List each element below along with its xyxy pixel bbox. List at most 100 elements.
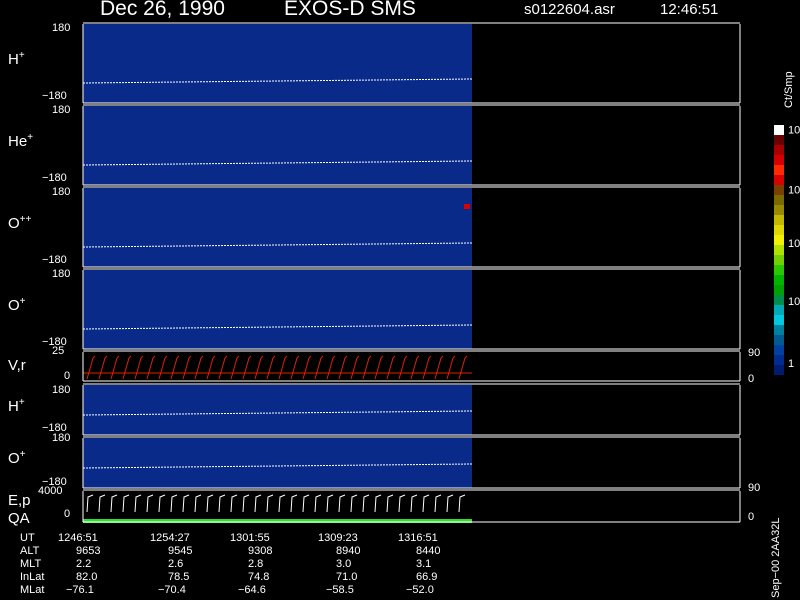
panel-label-H2: H+ <box>8 397 25 415</box>
side-note: Sep−00 2AA32L <box>770 517 782 598</box>
ephemeris-value: 2.8 <box>248 558 264 570</box>
ephemeris-value: 2.2 <box>76 558 92 570</box>
color-scale-step <box>774 245 784 255</box>
color-scale-step <box>774 315 784 325</box>
y-axis-top-tick: 180 <box>52 384 71 396</box>
color-scale-step <box>774 175 784 185</box>
ephemeris-value: 8440 <box>416 545 441 557</box>
color-scale-label-base: 10 <box>788 296 800 308</box>
y-axis-top-tick: 25 <box>52 345 65 357</box>
right-axis-top-tick: 90 <box>748 347 761 359</box>
panel-label-text: H <box>8 398 19 415</box>
y-axis-top-tick: 180 <box>52 268 71 280</box>
color-scale-label: 10 <box>788 296 800 308</box>
y-axis-bottom-tick: 0 <box>64 508 71 520</box>
color-scale-step <box>774 155 784 165</box>
spectrogram-canvas <box>82 22 741 523</box>
y-axis-top-tick: 4000 <box>38 485 63 497</box>
spectrogram-panel <box>83 188 472 267</box>
ephemeris-row: InLat 82.0 78.5 74.8 71.0 66.9 <box>0 571 760 584</box>
ephemeris-value: 82.0 <box>76 571 98 583</box>
color-scale-step <box>774 305 784 315</box>
color-scale-step <box>774 145 784 155</box>
y-axis-top-tick: 180 <box>52 22 71 34</box>
ephemeris-value: 78.5 <box>168 571 190 583</box>
color-scale-step <box>774 225 784 235</box>
y-axis-bottom-tick: −180 <box>42 254 67 266</box>
y-axis-top-tick: 180 <box>52 104 71 116</box>
ephemeris-value: 2.6 <box>168 558 184 570</box>
ephemeris-value: 9545 <box>168 545 193 557</box>
panel-label-He: He+ <box>8 132 33 150</box>
ephemeris-row-label: ALT <box>20 545 40 557</box>
panel-label-text: E,p <box>8 492 31 509</box>
y-axis-top-tick: 180 <box>52 432 71 444</box>
ephemeris-value: 1254:27 <box>150 532 190 544</box>
ephemeris-row: ALT 9653 9545 9308 8940 8440 <box>0 545 760 558</box>
color-scale-step <box>774 205 784 215</box>
spectrogram-panel <box>83 438 472 488</box>
color-scale-step <box>774 195 784 205</box>
panel-label-text: O <box>8 297 20 314</box>
color-scale-step <box>774 185 784 195</box>
color-scale-step <box>774 125 784 135</box>
color-scale-label: 1 <box>788 358 794 370</box>
ephemeris-value: 8940 <box>336 545 361 557</box>
ephemeris-value: 74.8 <box>248 571 270 583</box>
qa-label: QA <box>8 510 30 527</box>
panel-label-charge: ++ <box>19 214 32 225</box>
panel-label-text: O <box>8 215 20 232</box>
y-axis-bottom-tick: −180 <box>42 172 67 184</box>
panel-label-text: O <box>8 450 20 467</box>
panel-label-charge: + <box>19 296 26 307</box>
ephemeris-value: −76.1 <box>66 584 94 596</box>
color-scale-unit: Ct/Smp <box>783 71 795 108</box>
color-scale-step <box>774 135 784 145</box>
panel-label-charge: + <box>18 50 25 61</box>
color-scale-bar <box>774 125 784 375</box>
y-axis-bottom-tick: 0 <box>64 370 71 382</box>
color-scale-step <box>774 355 784 365</box>
color-scale-step <box>774 215 784 225</box>
panel-label-text: V,r <box>8 357 26 374</box>
ephemeris-row-label: InLat <box>20 571 45 583</box>
right-axis-bottom-tick: 0 <box>748 373 755 385</box>
ephemeris-table: UT 1246:51 1254:27 1301:55 1309:23 1316:51 ALT… <box>0 528 760 600</box>
ephemeris-value: 1309:23 <box>318 532 358 544</box>
ephemeris-row: MLT 2.2 2.6 2.8 3.0 3.1 <box>0 558 760 571</box>
panel-label-O2: O++ <box>8 214 31 232</box>
velocity-panel <box>83 352 472 381</box>
color-scale-label-base: 10 <box>788 184 800 197</box>
ephemeris-value: −52.0 <box>406 584 434 596</box>
ephemeris-value: 1246:51 <box>58 532 98 544</box>
ephemeris-value: 66.9 <box>416 571 438 583</box>
spectrogram-panel <box>83 106 472 185</box>
ephemeris-value: 1316:51 <box>398 532 438 544</box>
color-scale-label-base: 100 <box>788 238 800 250</box>
panel-label-O3: O+ <box>8 449 26 467</box>
color-scale-step <box>774 255 784 265</box>
spectrogram-panel <box>83 385 472 435</box>
spectrogram-panel <box>83 24 472 103</box>
right-axis-top-tick: 90 <box>748 482 761 494</box>
color-scale-step <box>774 165 784 175</box>
ephemeris-row: MLat −76.1 −70.4 −64.6 −58.5 −52.0 <box>0 584 760 597</box>
y-axis-bottom-tick: −180 <box>42 90 67 102</box>
panel-label-text: H <box>8 51 19 68</box>
color-scale-step <box>774 295 784 305</box>
panel-label-O: O+ <box>8 296 26 314</box>
panel-label-Ep: E,p <box>8 492 31 509</box>
ephemeris-row-label: MLT <box>20 558 42 570</box>
panel-label-Vr: V,r <box>8 357 26 374</box>
ephemeris-row-label: UT <box>20 532 35 544</box>
panel-label-H: H+ <box>8 50 25 68</box>
color-scale-label: 104 <box>788 122 800 137</box>
y-axis-top-tick: 180 <box>52 186 71 198</box>
spectrogram-cell <box>464 204 470 209</box>
ephemeris-value: −58.5 <box>326 584 354 596</box>
ephemeris-value: 9308 <box>248 545 273 557</box>
panel-label-charge: + <box>19 449 26 460</box>
color-scale-label-base: 10 <box>788 124 800 137</box>
color-scale-step <box>774 285 784 295</box>
color-scale-label-base: 1 <box>788 358 795 370</box>
